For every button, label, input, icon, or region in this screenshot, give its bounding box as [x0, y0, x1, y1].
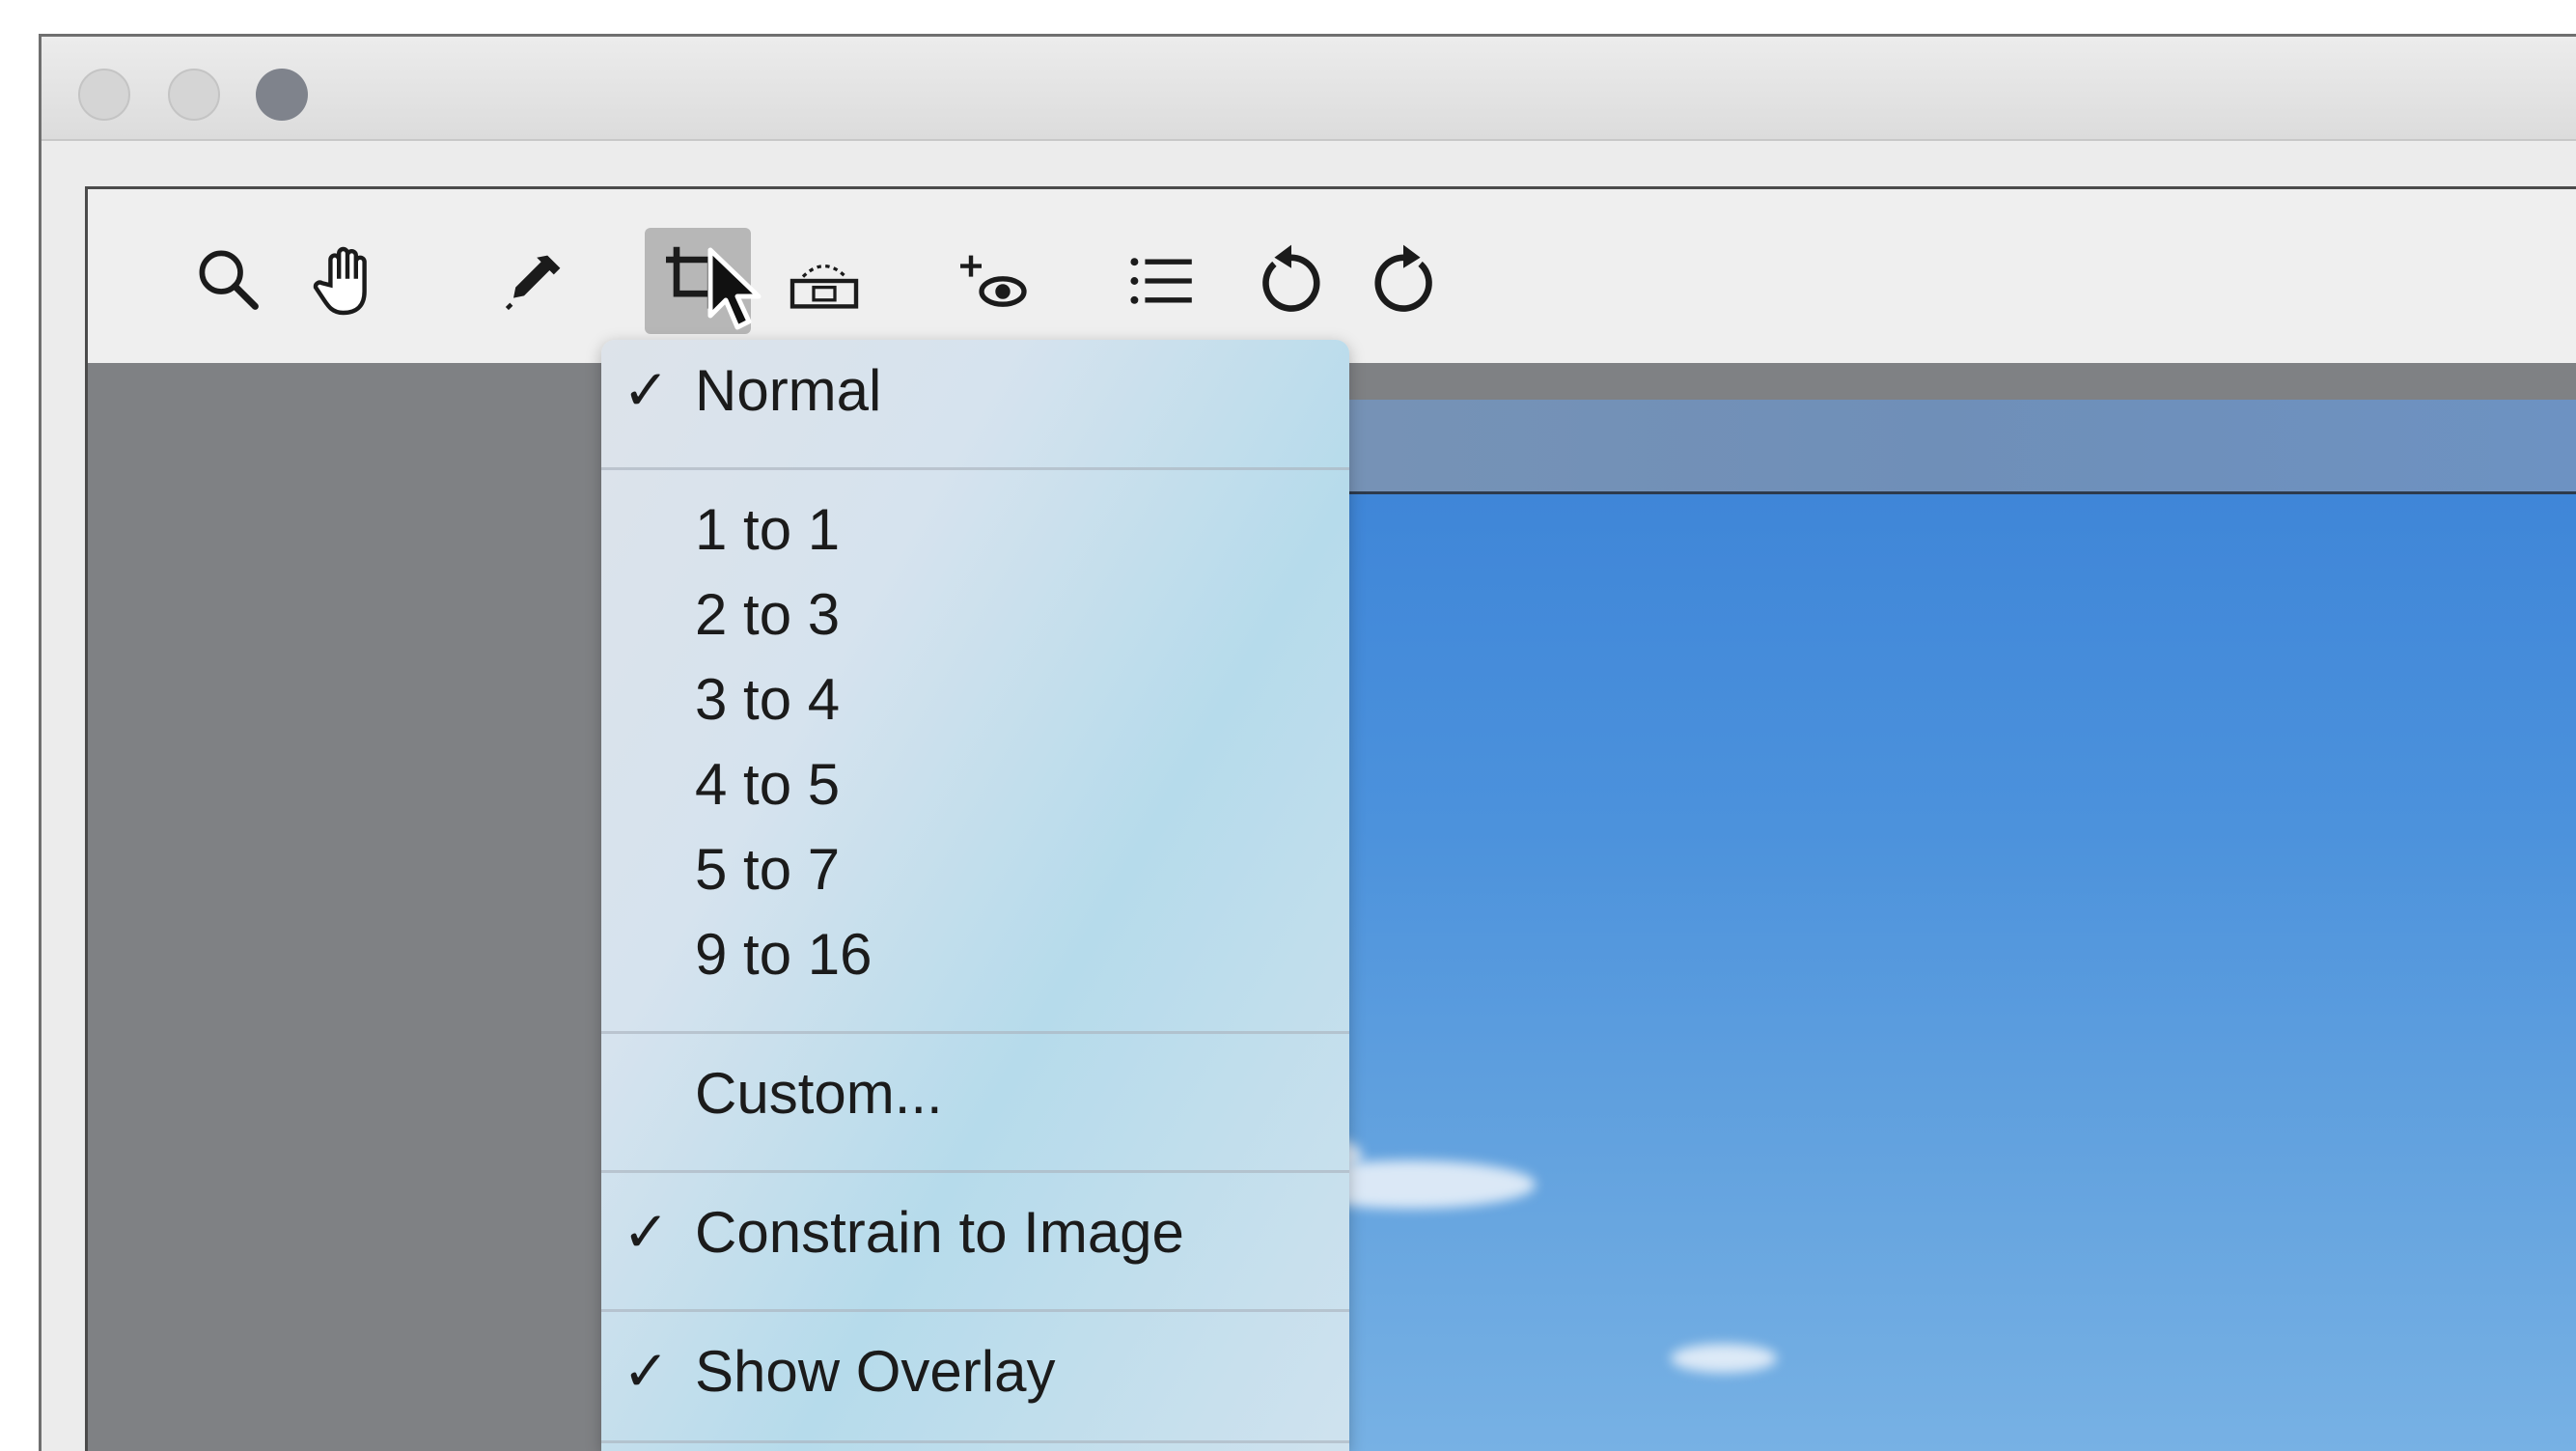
eyedropper-tool[interactable]	[482, 228, 588, 334]
menu-item-label: Custom...	[695, 1061, 943, 1126]
menu-separator	[601, 1170, 1349, 1173]
menu-item-ratio-3-4[interactable]: 3 to 4	[601, 658, 1349, 741]
mouse-pointer-icon	[707, 247, 762, 330]
zoom-button[interactable]	[256, 69, 308, 121]
menu-item-show-overlay[interactable]: ✓ Show Overlay	[601, 1330, 1349, 1413]
toolbar	[88, 189, 2576, 363]
zoom-icon	[199, 250, 259, 310]
straighten-icon	[789, 264, 859, 309]
menu-separator	[601, 467, 1349, 470]
checkmark-icon: ✓	[623, 359, 670, 422]
menu-item-label: Show Overlay	[695, 1339, 1056, 1404]
hand-icon	[313, 246, 367, 316]
zoom-tool[interactable]	[177, 228, 283, 334]
close-button[interactable]	[78, 69, 130, 121]
menu-item-ratio-1-1[interactable]: 1 to 1	[601, 488, 1349, 572]
menu-item-ratio-2-3[interactable]: 2 to 3	[601, 573, 1349, 656]
menu-item-normal[interactable]: ✓ Normal	[601, 349, 1349, 433]
list-tool[interactable]	[1109, 228, 1215, 334]
menu-separator	[601, 1309, 1349, 1312]
checkmark-icon: ✓	[623, 1201, 670, 1264]
menu-item-label: 4 to 5	[695, 752, 841, 817]
list-icon	[1130, 258, 1192, 304]
menu-item-label: 3 to 4	[695, 667, 841, 732]
rotate-left-icon	[1262, 244, 1320, 312]
cloud	[1671, 1344, 1777, 1373]
menu-item-label: Normal	[695, 358, 882, 423]
menu-item-ratio-5-7[interactable]: 5 to 7	[601, 828, 1349, 911]
eyedropper-icon	[505, 255, 561, 311]
menu-item-label: Constrain to Image	[695, 1200, 1184, 1265]
rotate-left-tool[interactable]	[1238, 228, 1344, 334]
menu-item-label: 2 to 3	[695, 582, 841, 647]
title-bar[interactable]	[42, 37, 2576, 141]
crop-ratio-menu: ✓ Normal 1 to 1 2 to 3 3 to 4 4 to 5 5 t…	[601, 340, 1349, 1451]
red-eye-tool[interactable]	[939, 228, 1045, 334]
menu-separator	[601, 1031, 1349, 1034]
menu-item-label: 9 to 16	[695, 922, 873, 987]
minimize-button[interactable]	[168, 69, 220, 121]
straighten-tool[interactable]	[771, 228, 877, 334]
rotate-right-icon	[1374, 244, 1432, 312]
red-eye-icon	[960, 255, 1027, 307]
menu-item-ratio-9-16[interactable]: 9 to 16	[601, 913, 1349, 996]
menu-item-ratio-4-5[interactable]: 4 to 5	[601, 743, 1349, 826]
menu-item-custom[interactable]: Custom...	[601, 1052, 1349, 1135]
rotate-right-tool[interactable]	[1350, 228, 1456, 334]
menu-separator	[601, 1440, 1349, 1443]
menu-item-label: 1 to 1	[695, 497, 841, 562]
hand-tool[interactable]	[294, 228, 401, 334]
menu-item-label: 5 to 7	[695, 837, 841, 902]
menu-item-constrain-to-image[interactable]: ✓ Constrain to Image	[601, 1191, 1349, 1274]
checkmark-icon: ✓	[623, 1340, 670, 1403]
